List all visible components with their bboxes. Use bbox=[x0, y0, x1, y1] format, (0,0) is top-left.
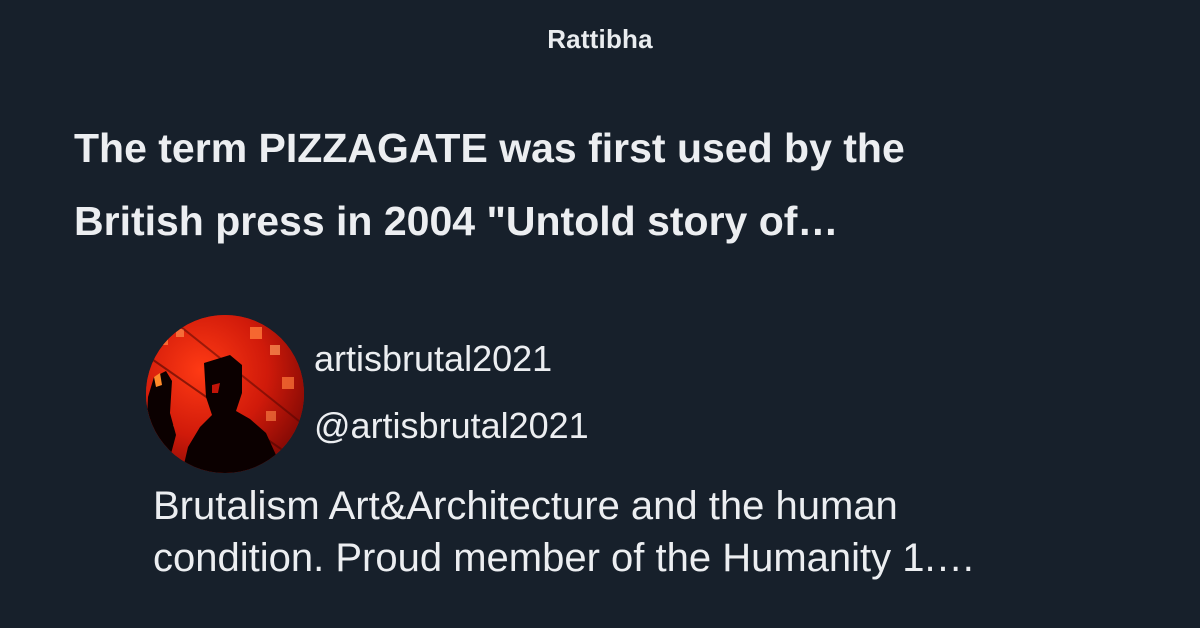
profile-avatar-icon bbox=[146, 315, 304, 473]
thread-title-line: The term PIZZAGATE was first used by the bbox=[74, 125, 905, 171]
author-bio: Brutalism Art&Architecture and the human… bbox=[153, 480, 1153, 584]
thread-title[interactable]: The term PIZZAGATE was first used by the… bbox=[74, 112, 1124, 258]
author-bio-line: Brutalism Art&Architecture and the human bbox=[153, 484, 898, 528]
thread-title-line: British press in 2004 "Untold story of… bbox=[74, 198, 839, 244]
author-handle[interactable]: @artisbrutal2021 bbox=[314, 405, 589, 447]
author-bio-line: condition. Proud member of the Humanity … bbox=[153, 536, 976, 580]
avatar[interactable] bbox=[146, 315, 304, 473]
author-display-name[interactable]: artisbrutal2021 bbox=[314, 338, 552, 380]
site-brand[interactable]: Rattibha bbox=[0, 24, 1200, 55]
